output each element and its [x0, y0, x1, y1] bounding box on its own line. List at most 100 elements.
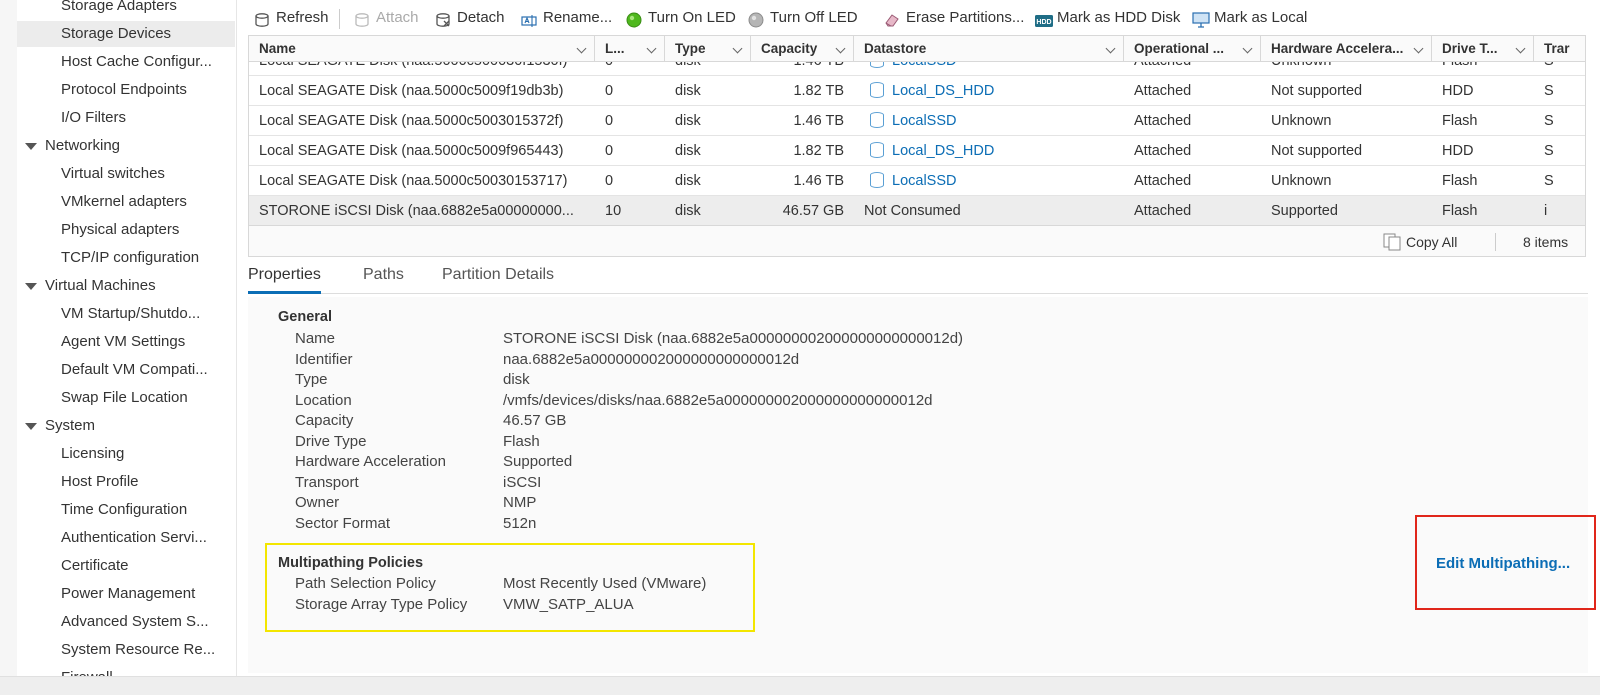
table-row[interactable]: Local SEAGATE Disk (naa.5000c50030153717…	[249, 166, 1585, 196]
tab-properties[interactable]: Properties	[248, 258, 321, 294]
mark-local-label: Mark as Local	[1214, 9, 1308, 26]
caret-down-icon[interactable]	[25, 423, 37, 430]
nav-item-label: Virtual switches	[61, 165, 165, 182]
nav-item-label: VMkernel adapters	[61, 193, 187, 210]
nav-item-agent-vm-settings[interactable]: Agent VM Settings	[17, 329, 235, 355]
nav-item-vmkernel-adapters[interactable]: VMkernel adapters	[17, 189, 235, 215]
detach-button[interactable]: Detach	[435, 4, 505, 32]
datastore-link[interactable]: Local_DS_HDD	[892, 143, 994, 159]
datastore-link[interactable]: LocalSSD	[892, 62, 956, 69]
property-value: 512n	[503, 514, 537, 532]
chevron-down-icon[interactable]	[646, 43, 657, 54]
caret-down-icon[interactable]	[25, 283, 37, 290]
chevron-down-icon[interactable]	[1413, 43, 1424, 54]
nav-item-label: Physical adapters	[61, 221, 180, 238]
caret-down-icon[interactable]	[25, 143, 37, 150]
column-header-operational[interactable]: Operational ...	[1124, 36, 1261, 62]
nav-item-firewall[interactable]: Firewall	[17, 665, 235, 676]
erase-partitions-button[interactable]: Erase Partitions...	[884, 4, 1024, 32]
nav-item-protocol-endpoints[interactable]: Protocol Endpoints	[17, 77, 235, 103]
toolbar-separator	[339, 9, 340, 29]
datastore-link[interactable]: LocalSSD	[892, 173, 956, 189]
cell-text: Not supported	[1271, 83, 1363, 99]
grid-footer: Copy All 8 items	[249, 225, 1585, 256]
table-row[interactable]: Local SEAGATE Disk (naa.5000c5009f19db3b…	[249, 76, 1585, 106]
nav-item-authentication-servi[interactable]: Authentication Servi...	[17, 525, 235, 551]
cell-hwaccel: Not supported	[1261, 136, 1432, 166]
chevron-down-icon[interactable]	[1242, 43, 1253, 54]
nav-group-virtual-machines[interactable]: Virtual Machines	[17, 273, 235, 299]
tab-paths[interactable]: Paths	[363, 258, 404, 294]
attach-label: Attach	[376, 9, 419, 26]
cell-text: 0	[605, 143, 614, 159]
copy-all-button[interactable]: Copy All	[1383, 232, 1457, 252]
cell-name: Local SEAGATE Disk (naa.5000c5003015372f…	[249, 106, 595, 136]
cell-text: Local SEAGATE Disk (naa.5000c500030f1530…	[259, 62, 567, 69]
edit-multipathing-link[interactable]: Edit Multipathing...	[1436, 555, 1570, 572]
nav-item-power-management[interactable]: Power Management	[17, 581, 235, 607]
column-header-drive-type[interactable]: Drive T...	[1432, 36, 1534, 62]
nav-item-swap-file-location[interactable]: Swap File Location	[17, 385, 235, 411]
footer-separator	[1495, 233, 1496, 251]
chevron-down-icon[interactable]	[835, 43, 846, 54]
nav-item-default-vm-compati[interactable]: Default VM Compati...	[17, 357, 235, 383]
nav-group-system[interactable]: System	[17, 413, 235, 439]
cell-datastore: LocalSSD	[854, 106, 1124, 136]
table-row[interactable]: Local SEAGATE Disk (naa.5000c5003015372f…	[249, 106, 1585, 136]
refresh-button[interactable]: Refresh	[254, 4, 329, 32]
column-header-type[interactable]: Type	[665, 36, 751, 62]
nav-item-time-configuration[interactable]: Time Configuration	[17, 497, 235, 523]
attach-button[interactable]: Attach	[354, 4, 419, 32]
table-row[interactable]: Local SEAGATE Disk (naa.5000c5009f965443…	[249, 136, 1585, 166]
cell-text: Flash	[1442, 62, 1477, 69]
nav-item-label: Swap File Location	[61, 389, 188, 406]
property-value: Supported	[503, 453, 573, 470]
nav-item-i-o-filters[interactable]: I/O Filters	[17, 105, 235, 131]
chevron-down-icon[interactable]	[1515, 43, 1526, 54]
nav-item-storage-devices[interactable]: Storage Devices	[17, 21, 235, 47]
nav-item-tcp-ip-configuration[interactable]: TCP/IP configuration	[17, 245, 235, 271]
cell-type: disk	[665, 136, 751, 166]
cell-text: Attached	[1134, 113, 1192, 129]
chevron-down-icon[interactable]	[576, 43, 587, 54]
cell-drive: Flash	[1432, 106, 1534, 136]
nav-item-system-resource-re[interactable]: System Resource Re...	[17, 637, 235, 663]
cell-text: Unknown	[1271, 113, 1332, 129]
cell-text: 0	[605, 62, 613, 69]
datastore-link[interactable]: LocalSSD	[892, 113, 956, 129]
nav-item-advanced-system-s[interactable]: Advanced System S...	[17, 609, 235, 635]
column-header-hwaccel[interactable]: Hardware Accelera...	[1261, 36, 1432, 62]
nav-item-certificate[interactable]: Certificate	[17, 553, 235, 579]
nav-item-vm-startup-shutdo[interactable]: VM Startup/Shutdo...	[17, 301, 235, 327]
nav-item-host-cache-configur[interactable]: Host Cache Configur...	[17, 49, 235, 75]
nav-item-physical-adapters[interactable]: Physical adapters	[17, 217, 235, 243]
datastore-icon	[870, 62, 884, 68]
turn-on-led-button[interactable]: Turn On LED	[626, 4, 736, 32]
tab-partition-details[interactable]: Partition Details	[442, 258, 554, 294]
table-row-partial[interactable]: Local SEAGATE Disk (naa.5000c500030f1530…	[249, 62, 1585, 76]
column-header-name[interactable]: Name	[249, 36, 595, 62]
nav-item-virtual-switches[interactable]: Virtual switches	[17, 161, 235, 187]
nav-item-host-profile[interactable]: Host Profile	[17, 469, 235, 495]
cell-text: 0	[605, 83, 614, 99]
nav-item-label: Storage Adapters	[61, 0, 177, 14]
column-header-lun[interactable]: L...	[595, 36, 665, 62]
chevron-down-icon[interactable]	[732, 43, 743, 54]
column-header-datastore[interactable]: Datastore	[854, 36, 1124, 62]
nav-item-storage-adapters[interactable]: Storage Adapters	[17, 0, 235, 19]
chevron-down-icon[interactable]	[1105, 43, 1116, 54]
datastore-link[interactable]: Local_DS_HDD	[892, 83, 994, 99]
property-value: naa.6882e5a000000002000000000000012d	[503, 350, 800, 368]
property-value: 46.57 GB	[503, 412, 567, 429]
nav-group-networking[interactable]: Networking	[17, 133, 235, 159]
cell-lun: 0	[595, 106, 665, 136]
column-header-capacity[interactable]: Capacity	[751, 36, 854, 62]
nav-item-licensing[interactable]: Licensing	[17, 441, 235, 467]
column-header-transport[interactable]: Trar	[1534, 36, 1585, 62]
cell-text: disk	[675, 113, 701, 129]
table-row[interactable]: STORONE iSCSI Disk (naa.6882e5a00000000.…	[249, 196, 1585, 225]
rename-button[interactable]: Rename...	[521, 4, 612, 32]
mark-local-button[interactable]: Mark as Local	[1192, 4, 1307, 32]
turn-off-led-button[interactable]: Turn Off LED	[748, 4, 858, 32]
mark-hdd-button[interactable]: HDD Mark as HDD Disk	[1035, 4, 1180, 32]
